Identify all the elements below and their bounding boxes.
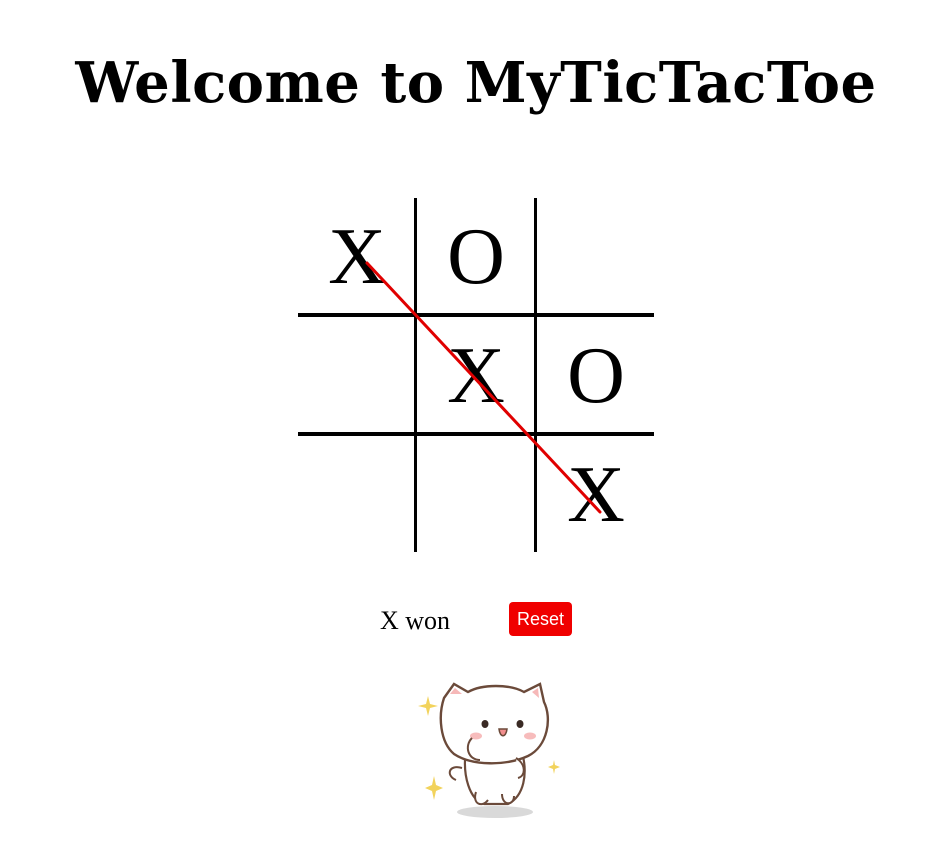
- board-cell-9[interactable]: X: [537, 436, 655, 554]
- board-cell-7[interactable]: [298, 436, 416, 554]
- cat-sticker-icon: [410, 672, 560, 826]
- reset-button[interactable]: Reset: [509, 602, 572, 636]
- board-cell-5[interactable]: X: [417, 317, 535, 435]
- board-cell-1[interactable]: X: [298, 198, 416, 316]
- status-row: X won Reset: [0, 602, 952, 638]
- game-board: X O X O X: [298, 198, 654, 552]
- board-cell-2[interactable]: O: [417, 198, 535, 316]
- board-cell-8[interactable]: [417, 436, 535, 554]
- page-title: Welcome to MyTicTacToe: [75, 50, 877, 116]
- board-cell-4[interactable]: [298, 317, 416, 435]
- board-cell-3[interactable]: [537, 198, 655, 316]
- game-status-text: X won: [380, 606, 451, 635]
- board-cell-6[interactable]: O: [537, 317, 655, 435]
